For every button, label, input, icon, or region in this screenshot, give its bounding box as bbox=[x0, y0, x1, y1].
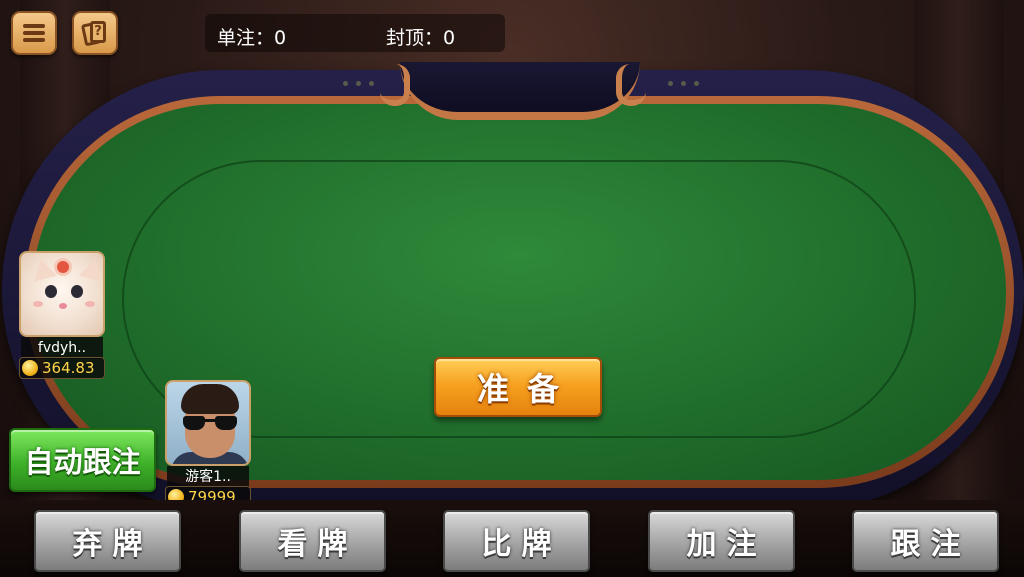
rail-dot bbox=[343, 81, 348, 86]
player-seat-self[interactable]: 游客1.. 79999 bbox=[165, 380, 251, 510]
rail-dot bbox=[668, 81, 673, 86]
auto-follow-label: 自动跟注 bbox=[24, 445, 141, 479]
look-cards-button-label: 看牌 bbox=[277, 527, 358, 562]
auto-follow-button[interactable]: 自动跟注 bbox=[9, 428, 156, 492]
player-coins: 364.83 bbox=[19, 357, 105, 379]
help-glyph: ? bbox=[90, 21, 106, 43]
player-name: 游客1.. bbox=[167, 466, 249, 488]
raise-button-label: 加注 bbox=[686, 527, 767, 562]
rail-dot bbox=[356, 81, 361, 86]
rail-dot bbox=[369, 81, 374, 86]
rules-button[interactable]: ? bbox=[72, 11, 118, 55]
call-button[interactable]: 跟注 bbox=[852, 510, 999, 572]
rail-dot bbox=[694, 81, 699, 86]
compare-cards-button-label: 比牌 bbox=[481, 527, 562, 562]
avatar bbox=[165, 380, 251, 466]
menu-button[interactable] bbox=[11, 11, 57, 55]
rail-dot bbox=[681, 81, 686, 86]
look-cards-button[interactable]: 看牌 bbox=[239, 510, 386, 572]
dealer-slot-trim-right bbox=[616, 64, 646, 106]
fold-button[interactable]: 弃牌 bbox=[34, 510, 181, 572]
hamburger-menu-icon bbox=[23, 21, 45, 45]
card-help-icon: ? bbox=[80, 20, 107, 47]
single-bet-text: 单注：0 bbox=[217, 27, 287, 49]
raise-button[interactable]: 加注 bbox=[648, 510, 795, 572]
fold-button-label: 弃牌 bbox=[72, 527, 153, 562]
player-seat-left[interactable]: fvdyh.. 364.83 bbox=[19, 251, 105, 381]
dealer-slot bbox=[400, 62, 640, 120]
avatar bbox=[19, 251, 105, 337]
compare-cards-button[interactable]: 比牌 bbox=[443, 510, 590, 572]
bet-info-bar: 单注：0 封顶：0 bbox=[205, 14, 505, 52]
player-name: fvdyh.. bbox=[21, 337, 103, 359]
ready-button-label: 准备 bbox=[476, 370, 577, 408]
player-coin-value: 364.83 bbox=[42, 359, 95, 377]
coin-icon bbox=[22, 360, 38, 376]
bet-cap-text: 封顶：0 bbox=[386, 27, 456, 49]
call-button-label: 跟注 bbox=[890, 527, 971, 562]
dealer-slot-trim-left bbox=[380, 64, 410, 106]
ready-button[interactable]: 准备 bbox=[434, 357, 602, 417]
